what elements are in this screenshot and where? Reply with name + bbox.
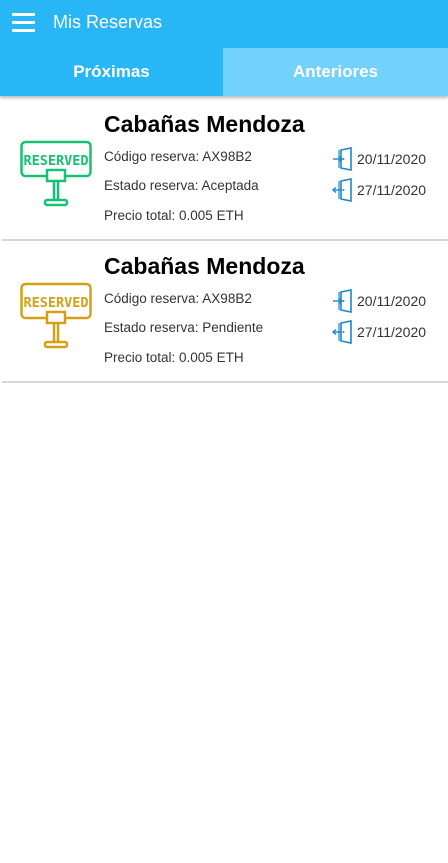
total-price: Precio total: 0.005 ETH — [104, 208, 244, 223]
checkout-row: 27/11/2020 — [332, 177, 444, 205]
reservation-card[interactable]: RESERVED Cabañas Mendoza Código reserva:… — [2, 98, 448, 241]
checkin-door-icon — [333, 147, 352, 171]
hamburger-menu-icon[interactable] — [12, 13, 36, 33]
checkin-date: 20/11/2020 — [357, 293, 427, 309]
total-price: Precio total: 0.005 ETH — [104, 350, 244, 365]
reservation-code: Código reserva: AX98B2 — [104, 149, 252, 164]
reserved-stamp-icon: RESERVED — [20, 282, 92, 349]
tab-anteriores[interactable]: Anteriores — [223, 48, 448, 96]
app-bar: Mis Reservas — [0, 0, 448, 48]
page-title: Mis Reservas — [53, 12, 163, 32]
checkout-row: 27/11/2020 — [332, 319, 444, 347]
checkin-row: 20/11/2020 — [332, 288, 444, 316]
property-name: Cabañas Mendoza — [104, 253, 305, 279]
checkin-date: 20/11/2020 — [357, 151, 427, 167]
reservation-code: Código reserva: AX98B2 — [104, 291, 252, 306]
checkout-date: 27/11/2020 — [357, 182, 427, 198]
checkout-door-icon — [332, 178, 352, 202]
property-name: Cabañas Mendoza — [104, 111, 305, 137]
stamp-label: RESERVED — [23, 295, 88, 311]
checkin-door-icon — [333, 289, 352, 313]
stamp-label: RESERVED — [23, 153, 88, 169]
tab-bar: Próximas Anteriores — [0, 48, 448, 96]
checkin-row: 20/11/2020 — [332, 146, 444, 174]
reserved-stamp-icon: RESERVED — [20, 140, 92, 207]
reservation-status: Estado reserva: Pendiente — [104, 320, 264, 335]
reservation-card[interactable]: RESERVED Cabañas Mendoza Código reserva:… — [2, 240, 448, 383]
tab-proximas[interactable]: Próximas — [0, 48, 223, 96]
reservation-status: Estado reserva: Aceptada — [104, 178, 259, 193]
checkout-date: 27/11/2020 — [357, 324, 427, 340]
checkout-door-icon — [332, 320, 352, 344]
